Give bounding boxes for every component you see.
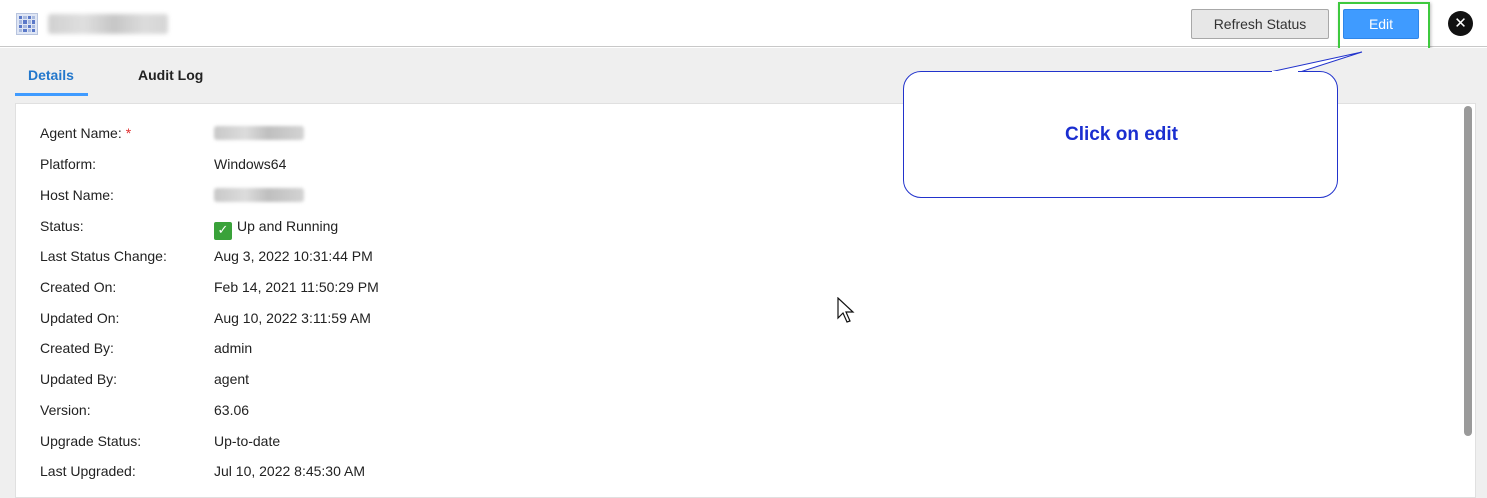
- field-value: 63.06: [214, 402, 250, 418]
- field-value: Feb 14, 2021 11:50:29 PM: [214, 279, 379, 295]
- agent-name-value-redacted: [214, 126, 304, 140]
- field-label: Updated On:: [40, 310, 120, 326]
- status-value: ✓ Up and Running: [214, 216, 338, 240]
- refresh-status-button[interactable]: Refresh Status: [1191, 9, 1329, 39]
- callout-joint: [1272, 71, 1298, 74]
- mouse-pointer-icon: [837, 297, 855, 323]
- tab-details[interactable]: Details: [28, 67, 74, 83]
- field-value: agent: [214, 371, 250, 387]
- tab-audit-log[interactable]: Audit Log: [138, 67, 203, 83]
- field-value: Windows64: [214, 156, 287, 172]
- status-text: Up and Running: [237, 218, 339, 234]
- required-marker: *: [125, 125, 132, 141]
- field-label: Last Upgraded:: [40, 463, 136, 479]
- field-value: Aug 10, 2022 3:11:59 AM: [214, 310, 371, 326]
- field-label: Status:: [40, 218, 84, 234]
- close-icon[interactable]: ✕: [1448, 11, 1473, 36]
- field-label: Version:: [40, 402, 91, 418]
- field-label: Upgrade Status:: [40, 433, 142, 449]
- page-title-redacted: [48, 14, 168, 34]
- check-icon: ✓: [214, 222, 232, 240]
- field-label: Updated By:: [40, 371, 118, 387]
- field-value: Up-to-date: [214, 433, 281, 449]
- field-label: Agent Name: *: [40, 125, 132, 141]
- field-value: admin: [214, 340, 253, 356]
- field-label: Last Status Change:: [40, 248, 167, 264]
- edit-button[interactable]: Edit: [1343, 9, 1419, 39]
- callout-text: Click on edit: [1065, 124, 1178, 145]
- annotation-callout: Click on edit: [903, 71, 1338, 198]
- host-name-value-redacted: [214, 188, 304, 202]
- field-label: Created On:: [40, 279, 117, 295]
- field-label: Platform:: [40, 156, 97, 172]
- field-label: Created By:: [40, 340, 114, 356]
- field-value: Jul 10, 2022 8:45:30 AM: [214, 463, 365, 479]
- vertical-scrollbar[interactable]: [1464, 106, 1472, 436]
- header-bar: Refresh Status Edit ✕: [0, 0, 1487, 56]
- agent-app-icon: [16, 13, 38, 35]
- field-label: Host Name:: [40, 187, 114, 203]
- field-value: Aug 3, 2022 10:31:44 PM: [214, 248, 373, 264]
- active-tab-indicator: [15, 93, 88, 96]
